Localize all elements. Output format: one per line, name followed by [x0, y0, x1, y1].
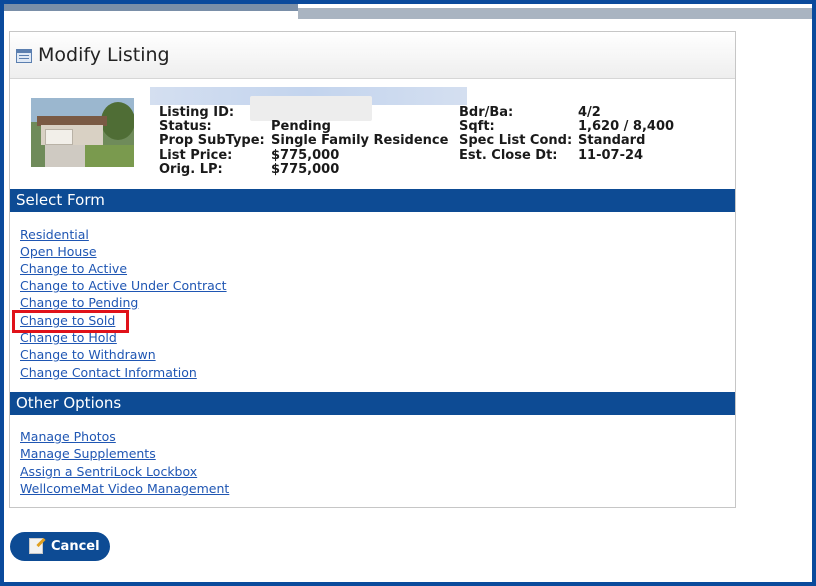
link-change-to-active[interactable]: Change to Active — [20, 261, 127, 276]
cancel-button[interactable]: Cancel — [10, 532, 110, 561]
value-prop-subtype: Single Family Residence — [271, 133, 449, 148]
link-assign-sentrilock-lockbox[interactable]: Assign a SentriLock Lockbox — [20, 464, 197, 479]
listing-photo — [31, 98, 134, 167]
link-manage-photos[interactable]: Manage Photos — [20, 429, 116, 444]
label-est-close-dt: Est. Close Dt: — [459, 148, 558, 163]
page-title: Modify Listing — [38, 44, 170, 66]
cancel-button-label: Cancel — [51, 539, 100, 554]
label-bdr-ba: Bdr/Ba: — [459, 105, 514, 120]
link-change-contact-information[interactable]: Change Contact Information — [20, 365, 197, 380]
modify-listing-panel: Modify Listing Listing ID: Status: Pendi… — [9, 31, 736, 508]
listing-form-icon — [16, 49, 32, 63]
link-change-to-pending[interactable]: Change to Pending — [20, 295, 138, 310]
value-bdr-ba: 4/2 — [578, 105, 601, 120]
top-bar-right — [298, 8, 812, 19]
link-change-to-withdrawn[interactable]: Change to Withdrawn — [20, 347, 156, 362]
label-sqft: Sqft: — [459, 119, 495, 134]
other-options-header: Other Options — [10, 392, 735, 415]
panel-header: Modify Listing — [10, 32, 735, 79]
value-orig-lp: $775,000 — [271, 162, 340, 177]
value-sqft: 1,620 / 8,400 — [578, 119, 675, 134]
label-orig-lp: Orig. LP: — [159, 162, 223, 177]
redacted-listing-id — [250, 96, 372, 121]
top-bar-left — [4, 4, 298, 11]
link-manage-supplements[interactable]: Manage Supplements — [20, 446, 156, 461]
highlight-annotation — [12, 310, 129, 333]
label-listing-id: Listing ID: — [159, 105, 235, 120]
label-status: Status: — [159, 119, 212, 134]
link-wellcomemat-video-management[interactable]: WellcomeMat Video Management — [20, 481, 229, 496]
label-spec-list-cond: Spec List Cond: — [459, 133, 573, 148]
value-spec-list-cond: Standard — [578, 133, 646, 148]
value-est-close-dt: 11-07-24 — [578, 148, 644, 163]
value-list-price: $775,000 — [271, 148, 340, 163]
edit-cancel-icon — [29, 538, 43, 554]
link-residential[interactable]: Residential — [20, 227, 89, 242]
value-status: Pending — [271, 119, 331, 134]
select-form-header: Select Form — [10, 189, 735, 212]
label-list-price: List Price: — [159, 148, 233, 163]
link-change-to-active-under-contract[interactable]: Change to Active Under Contract — [20, 278, 227, 293]
label-prop-subtype: Prop SubType: — [159, 133, 265, 148]
link-open-house[interactable]: Open House — [20, 244, 97, 259]
